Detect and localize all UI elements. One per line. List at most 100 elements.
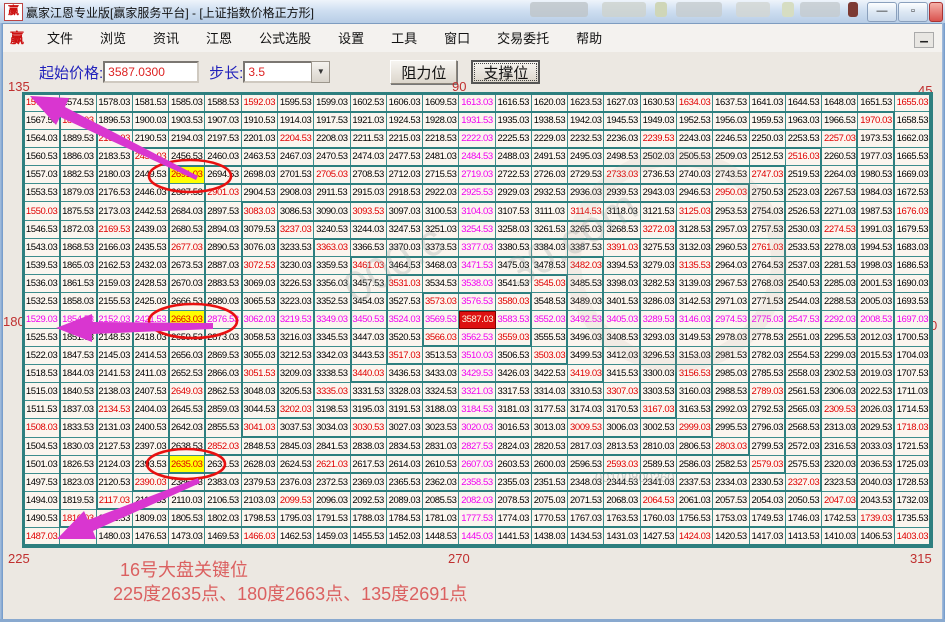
grid-cell: 2078.53 xyxy=(495,491,532,510)
menu-item-1[interactable]: 浏览 xyxy=(91,27,135,50)
minimize-button[interactable]: — xyxy=(867,2,897,22)
grid-cell: 2138.03 xyxy=(96,383,133,402)
grid-cell: 2831.03 xyxy=(423,437,460,456)
grid-cell: 2540.53 xyxy=(785,274,823,293)
menu-item-3[interactable]: 江恩 xyxy=(197,27,241,50)
grid-cell: 2099.53 xyxy=(277,491,315,510)
grid-cell: 1697.03 xyxy=(894,310,931,330)
grid-cell: 2999.03 xyxy=(677,419,714,438)
grid-cell: 2568.53 xyxy=(785,419,823,438)
grid-cell: 2253.53 xyxy=(785,130,823,149)
grid-cell: 2439.03 xyxy=(132,220,170,239)
grid-cell: 1497.53 xyxy=(24,473,61,492)
grid-cell: 3055.03 xyxy=(241,347,278,366)
grid-cell: 1602.53 xyxy=(350,94,387,113)
grid-cell: 2120.53 xyxy=(96,473,133,492)
grid-cell: 2211.53 xyxy=(350,130,387,149)
grid-cell: 3195.03 xyxy=(350,401,387,420)
menu-item-7[interactable]: 窗口 xyxy=(435,27,479,50)
grid-cell: 2722.53 xyxy=(495,166,532,185)
grid-cell: 2995.53 xyxy=(713,419,750,438)
grid-cell: 2407.53 xyxy=(132,383,170,402)
grid-cell: 2159.03 xyxy=(96,274,133,293)
grid-cell: 2015.53 xyxy=(858,347,895,366)
grid-cell: 3468.03 xyxy=(423,256,460,275)
grid-cell: 2775.03 xyxy=(749,310,786,330)
menu-item-4[interactable]: 公式选股 xyxy=(250,27,320,50)
grid-cell: 2687.53 xyxy=(169,184,206,203)
start-price-input[interactable] xyxy=(103,61,200,83)
restore-button[interactable]: ▫ xyxy=(898,2,928,22)
grid-cell: 1746.03 xyxy=(785,509,823,528)
grid-cell: 2435.53 xyxy=(132,238,170,257)
grid-cell: 3335.03 xyxy=(314,383,351,402)
menu-item-2[interactable]: 资讯 xyxy=(144,27,188,50)
grid-cell: 2743.53 xyxy=(713,166,750,185)
grid-cell: 3398.03 xyxy=(604,274,641,293)
menu-item-8[interactable]: 交易委托 xyxy=(488,27,558,50)
grid-cell: 2239.53 xyxy=(640,130,678,149)
grid-cell: 1774.03 xyxy=(495,509,532,528)
grid-cell: 1847.53 xyxy=(60,347,97,366)
grid-cell: 2757.53 xyxy=(749,220,786,239)
grid-cell: 1872.03 xyxy=(60,220,97,239)
grid-cell: 3366.53 xyxy=(350,238,387,257)
grid-cell: 2558.03 xyxy=(785,365,823,384)
grid-cell: 2127.53 xyxy=(96,437,133,456)
grid-cell: 2064.53 xyxy=(640,491,678,510)
grid-cell: 2446.03 xyxy=(132,184,170,203)
grid-cell: 2631.53 xyxy=(205,455,242,474)
grid-cell: 2162.53 xyxy=(96,256,133,275)
grid-cell: 2204.53 xyxy=(277,130,315,149)
grid-cell: 3569.53 xyxy=(423,310,460,330)
grid-cell: 2575.53 xyxy=(785,455,823,474)
grid-cell: 2624.53 xyxy=(277,455,315,474)
menu-item-6[interactable]: 工具 xyxy=(382,27,426,50)
step-dropdown-icon[interactable]: ▼ xyxy=(311,61,331,83)
resistance-button[interactable]: 阻力位 xyxy=(390,60,458,84)
grid-cell: 3471.53 xyxy=(459,256,496,275)
grid-cell: 2894.03 xyxy=(205,220,242,239)
menu-item-0[interactable]: 文件 xyxy=(38,27,82,50)
grid-cell: 2915.03 xyxy=(350,184,387,203)
grid-cell: 3167.03 xyxy=(640,401,678,420)
grid-cell: 2047.03 xyxy=(822,491,859,510)
grid-cell: 1802.03 xyxy=(205,509,242,528)
grid-cell: 3251.03 xyxy=(423,220,460,239)
grid-cell: 3506.53 xyxy=(495,347,532,366)
grid-cell: 3510.03 xyxy=(459,347,496,366)
grid-cell: 2250.03 xyxy=(749,130,786,149)
grid-cell: 2134.53 xyxy=(96,401,133,420)
grid-cell: 3002.53 xyxy=(640,419,678,438)
grid-cell: 2267.53 xyxy=(822,184,859,203)
close-button[interactable] xyxy=(929,2,943,22)
grid-cell: 1963.03 xyxy=(785,112,823,131)
grid-cell-key: 2663.03 xyxy=(169,310,206,330)
grid-cell: 3121.53 xyxy=(640,202,678,221)
grid-cell: 1756.53 xyxy=(677,509,714,528)
grid-cell: 2754.03 xyxy=(749,202,786,221)
menu-item-9[interactable]: 帮助 xyxy=(567,27,611,50)
angle-label-225: 225 xyxy=(8,551,30,566)
grid-cell: 1501.03 xyxy=(24,455,61,474)
step-select[interactable]: 3.5 xyxy=(243,61,314,83)
grid-cell: 2897.53 xyxy=(205,202,242,221)
grid-cell: 2750.53 xyxy=(749,184,786,203)
menu-item-5[interactable]: 设置 xyxy=(329,27,373,50)
grid-cell: 3531.03 xyxy=(386,274,424,293)
support-button[interactable]: 支撑位 xyxy=(471,60,541,84)
grid-cell: 2278.03 xyxy=(822,238,859,257)
grid-cell: 1858.03 xyxy=(60,292,97,311)
grid-cell: 3051.53 xyxy=(241,365,278,384)
grid-cell: 1924.53 xyxy=(386,112,424,131)
grid-cell: 1749.53 xyxy=(749,509,786,528)
grid-cell: 3401.53 xyxy=(604,292,641,311)
titlebar-blur-blob xyxy=(676,2,722,17)
grid-cell: 3436.53 xyxy=(386,365,424,384)
grid-cell: 2470.53 xyxy=(314,148,351,167)
start-price-label: 起始价格: xyxy=(39,64,104,82)
grid-cell: 2960.53 xyxy=(713,238,750,257)
mdi-minimize-button[interactable]: ▁ xyxy=(914,32,934,48)
grid-cell: 3065.53 xyxy=(241,292,278,311)
grid-cell: 1742.53 xyxy=(822,509,859,528)
